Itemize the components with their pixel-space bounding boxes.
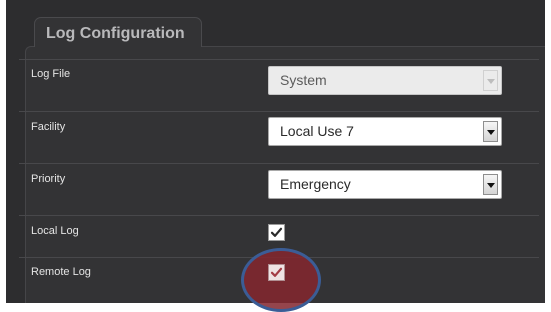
checkmark-icon [270,267,283,277]
facility-value: Local Use 7 [280,123,354,139]
priority-row: Priority Emergency [19,163,539,216]
remote-log-label: Remote Log [31,266,91,278]
priority-value: Emergency [280,176,351,192]
facility-select[interactable]: Local Use 7 [268,117,502,146]
log-file-label: Log File [31,68,71,80]
facility-row: Facility Local Use 7 [19,111,539,164]
priority-select[interactable]: Emergency [268,170,502,199]
chevron-down-icon[interactable] [483,121,498,142]
log-file-row: Log File System [19,59,539,112]
chevron-down-icon[interactable] [483,174,498,195]
chevron-down-icon [483,70,498,91]
panel-title: Log Configuration [46,25,185,42]
log-configuration-tab[interactable]: Log Configuration [34,17,202,47]
local-log-label: Local Log [31,225,79,237]
local-log-checkbox[interactable] [268,224,285,241]
log-file-value: System [280,72,327,88]
priority-label: Priority [31,173,66,185]
log-file-select[interactable]: System [268,66,502,95]
remote-log-checkbox[interactable] [268,264,285,281]
checkmark-icon [270,227,283,237]
facility-label: Facility [31,121,66,133]
